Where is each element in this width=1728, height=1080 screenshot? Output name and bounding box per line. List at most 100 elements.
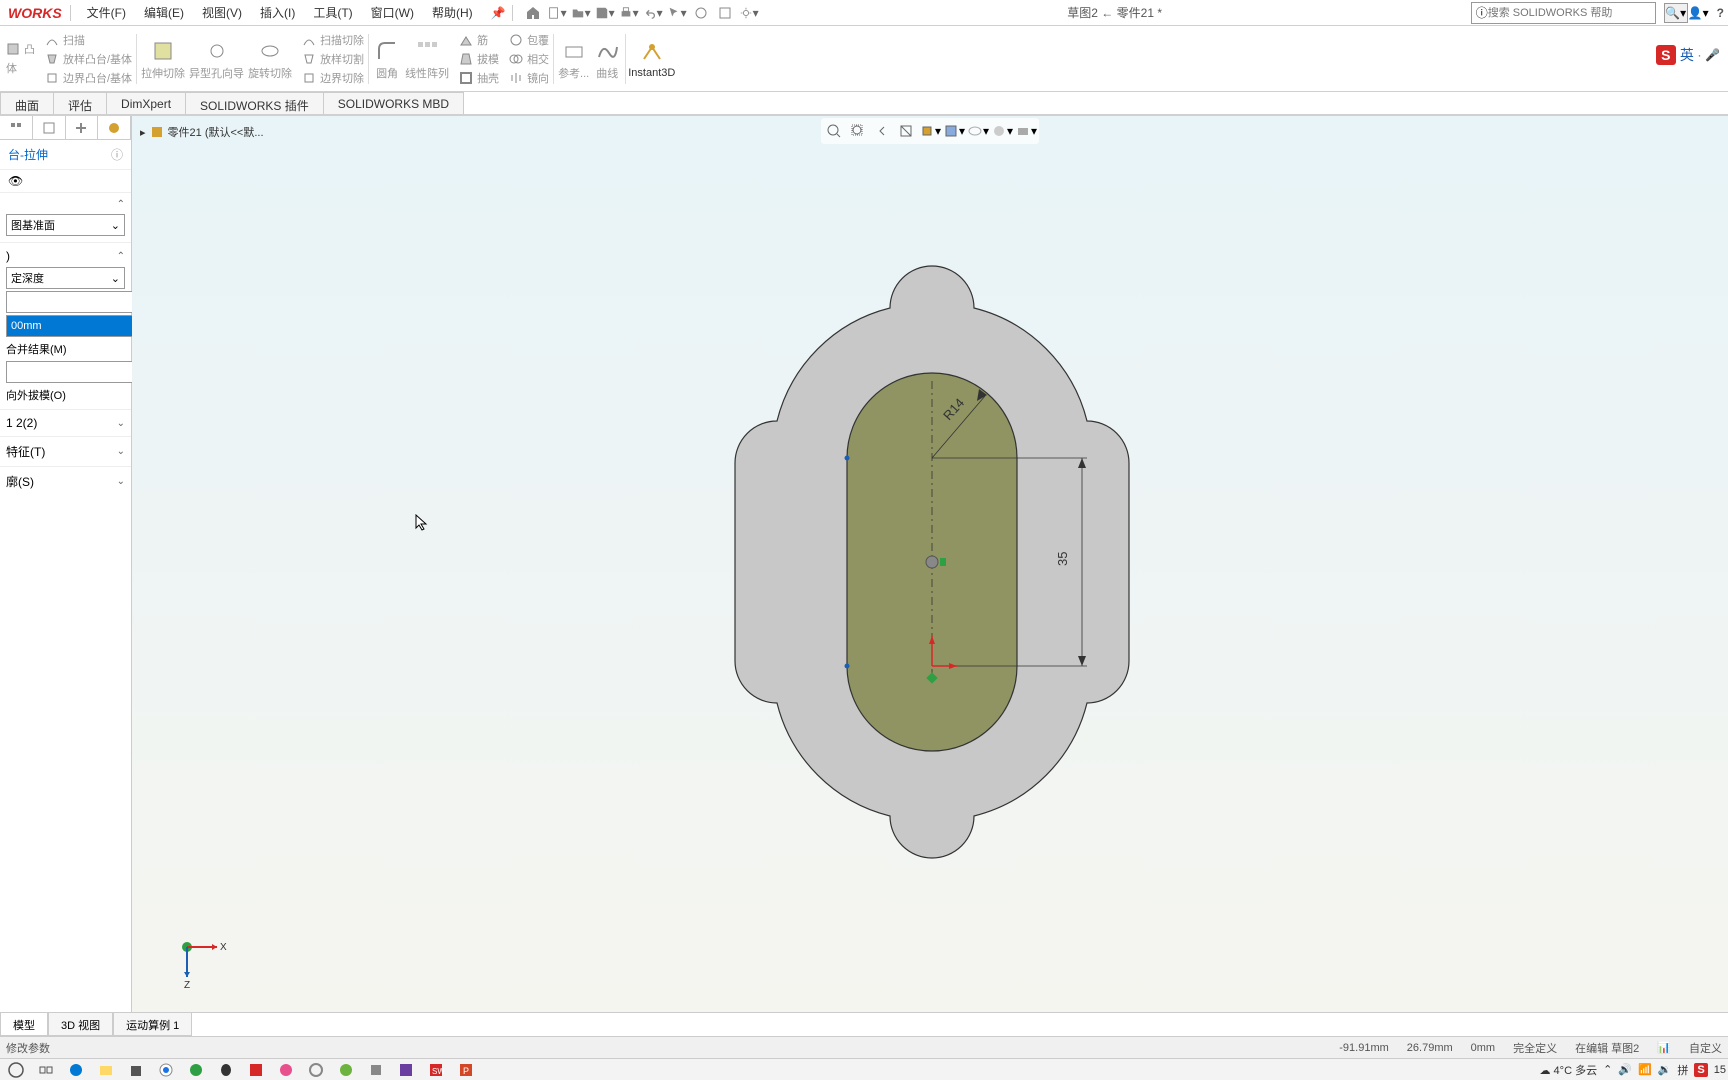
hide-show-icon[interactable]: ▾ [967,120,989,142]
curves-btn[interactable]: 曲线 [591,35,623,83]
weather-widget[interactable]: ☁ 4°C 多云 [1539,1062,1597,1078]
gear-icon[interactable]: ▾ [739,3,759,23]
qq-icon[interactable] [212,1060,240,1080]
boundary-btn[interactable]: 边界凸台/基体 [43,69,134,87]
rebuild-icon[interactable] [691,3,711,23]
section-view-icon[interactable] [895,120,917,142]
start-button[interactable] [2,1060,30,1080]
search-input[interactable] [1488,7,1651,19]
zoom-area-icon[interactable] [847,120,869,142]
select-icon[interactable]: ▾ [667,3,687,23]
app-icon-purple[interactable] [392,1060,420,1080]
panel-help-icon[interactable]: ⓘ [111,146,123,163]
breadcrumb[interactable]: ▸ 零件21 (默认<<默... [140,124,264,140]
tab-mbd[interactable]: SOLIDWORKS MBD [323,92,464,114]
status-mmgs-icon[interactable]: 📊 [1657,1041,1671,1054]
view-orientation-icon[interactable]: ▾ [919,120,941,142]
home-icon[interactable] [523,3,543,23]
clock[interactable]: 15 [1714,1064,1726,1076]
tray-wifi-icon[interactable]: 📶 [1638,1063,1652,1076]
loft-btn[interactable]: 放样凸台/基体 [43,50,134,68]
sidetab-config[interactable] [66,116,99,139]
apply-scene-icon[interactable]: ▾ [1015,120,1037,142]
pin-icon[interactable]: 📌 [485,6,512,20]
btab-model[interactable]: 模型 [0,1012,48,1036]
sweep-btn[interactable]: 扫描 [43,31,134,49]
direction2-section[interactable]: 1 2(2)⌄ [6,414,125,432]
linear-pattern-btn[interactable]: 线性阵列 [403,35,451,83]
tab-addins[interactable]: SOLIDWORKS 插件 [185,92,324,114]
menu-window[interactable]: 窗口(W) [363,0,422,25]
search-button[interactable]: 🔍▾ [1664,3,1688,23]
edit-appearance-icon[interactable]: ▾ [991,120,1013,142]
open-icon[interactable]: ▾ [571,3,591,23]
wechat-icon[interactable] [182,1060,210,1080]
edge-icon[interactable] [62,1060,90,1080]
display-style-icon[interactable]: ▾ [943,120,965,142]
save-icon[interactable]: ▾ [595,3,615,23]
previous-view-icon[interactable] [871,120,893,142]
direction1-section[interactable]: )⌃ [6,247,125,265]
print-icon[interactable]: ▾ [619,3,639,23]
store-icon[interactable] [122,1060,150,1080]
wrap-btn[interactable]: 包覆 [507,31,551,49]
hole-wizard-btn[interactable]: 异型孔向导 [187,35,246,83]
zoom-fit-icon[interactable] [823,120,845,142]
tray-up-icon[interactable]: ⌃ [1603,1063,1612,1076]
menu-view[interactable]: 视图(V) [194,0,250,25]
mirror-btn[interactable]: 镜向 [507,69,551,87]
tray-sogou-icon[interactable]: S [1694,1063,1707,1077]
revolve-boss-btn[interactable]: 体 [4,59,37,77]
powerpoint-icon[interactable]: P [452,1060,480,1080]
app-icon-360[interactable] [302,1060,330,1080]
undo-icon[interactable]: ▾ [643,3,663,23]
extrude-cut-btn[interactable]: 拉伸切除 [139,35,187,83]
end-condition-dropdown[interactable]: 定深度⌄ [6,267,125,289]
tray-volume-icon[interactable]: 🔉 [1658,1063,1672,1076]
question-icon[interactable]: ? [1717,6,1724,20]
loft-cut-btn[interactable]: 放样切割 [300,50,366,68]
contours-section[interactable]: 廓(S)⌄ [6,471,125,492]
solidworks-icon[interactable]: SW [422,1060,450,1080]
tab-dimxpert[interactable]: DimXpert [106,92,186,114]
user-icon[interactable]: 👤▾ [1688,6,1709,20]
fillet-btn[interactable]: 圆角 [371,35,403,83]
app-icon-pink[interactable] [272,1060,300,1080]
btab-motion[interactable]: 运动算例 1 [113,1012,192,1036]
menu-tools[interactable]: 工具(T) [305,0,360,25]
explorer-icon[interactable] [92,1060,120,1080]
chrome-icon[interactable] [152,1060,180,1080]
visibility-toggle[interactable]: 👁 [0,170,131,192]
options-icon[interactable] [715,3,735,23]
btab-3dview[interactable]: 3D 视图 [48,1012,113,1036]
tray-ime-icon[interactable]: 拼 [1677,1062,1688,1078]
merge-check-label[interactable]: 合并结果(M) [6,341,67,357]
rib-btn[interactable]: 筋 [457,31,501,49]
ref-geom-btn[interactable]: 参考... [556,35,591,83]
draft-outward-label[interactable]: 向外拔模(O) [6,387,66,403]
app-icon-gray[interactable] [362,1060,390,1080]
tray-speaker-icon[interactable]: 🔊 [1618,1063,1632,1076]
sidetab-appearance[interactable] [98,116,131,139]
boundary-cut-btn[interactable]: 边界切除 [300,69,366,87]
tab-evaluate[interactable]: 评估 [53,92,107,114]
revolve-cut-btn[interactable]: 旋转切除 [246,35,294,83]
tab-surface[interactable]: 曲面 [0,92,54,114]
extrude-boss-btn[interactable]: 凸 [4,40,37,58]
from-section[interactable]: ⌃ [6,197,125,212]
view-triad[interactable]: X Z [172,932,232,992]
ie-icon[interactable] [332,1060,360,1080]
sidetab-property[interactable] [33,116,66,139]
thin-feature-section[interactable]: 特征(T)⌄ [6,441,125,462]
instant3d-btn[interactable]: Instant3D [628,39,675,79]
menu-insert[interactable]: 插入(I) [252,0,303,25]
new-icon[interactable]: ▾ [547,3,567,23]
app-icon-red[interactable] [242,1060,270,1080]
intersect-btn[interactable]: 相交 [507,50,551,68]
draft-btn[interactable]: 拔模 [457,50,501,68]
plane-dropdown[interactable]: 图基准面⌄ [6,214,125,236]
search-box[interactable]: ⓘ [1471,2,1656,24]
3d-viewport[interactable]: ▸ 零件21 (默认<<默... ▾ ▾ ▾ ▾ ▾ R14 [132,116,1728,1012]
menu-file[interactable]: 文件(F) [79,0,134,25]
shell-btn[interactable]: 抽壳 [457,69,501,87]
